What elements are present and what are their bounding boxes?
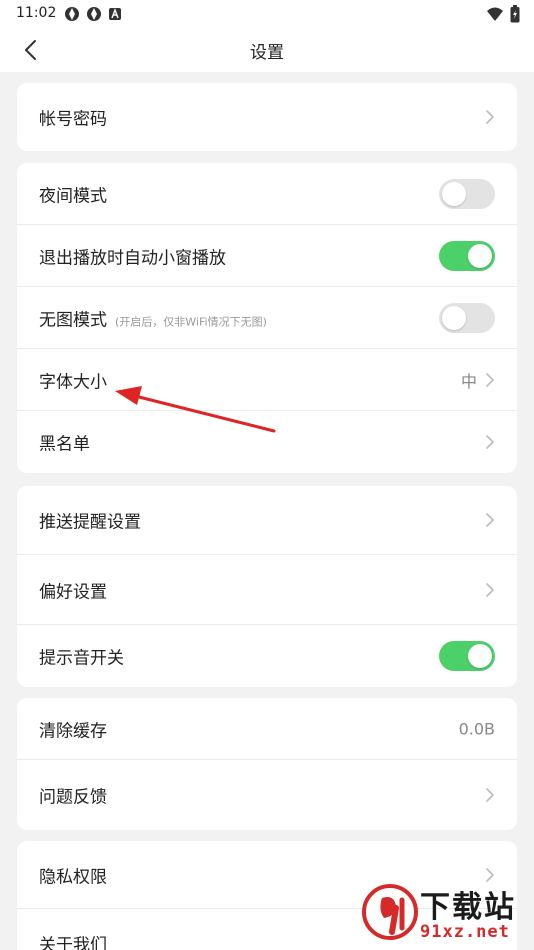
toggle-knob xyxy=(442,305,466,330)
chevron-right-icon xyxy=(486,788,494,802)
night-mode-label: 夜间模式 xyxy=(39,186,107,206)
blacklist-row[interactable]: 黑名单 xyxy=(17,411,517,473)
wifi-icon xyxy=(487,7,503,21)
storage-card: 清除缓存 0.0B 问题反馈 xyxy=(17,698,517,830)
aperture-icon xyxy=(87,7,101,21)
toggle-knob xyxy=(442,181,466,206)
nav-bar: 设置 xyxy=(0,28,534,72)
status-bar: 11:02 xyxy=(0,0,534,28)
status-time: 11:02 xyxy=(16,5,57,21)
toggle-knob xyxy=(468,644,492,668)
no-image-toggle[interactable] xyxy=(439,302,495,333)
toggle-knob xyxy=(468,243,492,268)
watermark-emblem-icon xyxy=(362,884,418,940)
clear-cache-label: 清除缓存 xyxy=(39,721,107,741)
no-image-label: 无图模式 (开启后，仅非WiFi情况下无图) xyxy=(39,305,267,330)
chevron-right-icon xyxy=(486,582,494,597)
preference-label: 偏好设置 xyxy=(39,582,107,602)
chevron-right-icon xyxy=(486,110,494,124)
clear-cache-row[interactable]: 清除缓存 0.0B xyxy=(17,698,517,760)
notify-card: 推送提醒设置 偏好设置 提示音开关 xyxy=(17,486,517,687)
preference-row[interactable]: 偏好设置 xyxy=(17,555,517,625)
font-size-row[interactable]: 字体大小 中 xyxy=(17,349,517,411)
sound-toggle[interactable] xyxy=(439,641,495,671)
account-card: 帐号密码 xyxy=(17,83,517,151)
cache-size-value: 0.0B xyxy=(458,719,495,738)
account-password-row[interactable]: 帐号密码 xyxy=(17,83,517,151)
chevron-right-icon xyxy=(486,435,494,449)
watermark-logo: 下载站 91xz.net xyxy=(360,878,530,948)
account-password-label: 帐号密码 xyxy=(39,109,107,130)
battery-icon xyxy=(510,5,520,23)
display-card: 夜间模式 退出播放时自动小窗播放 无图模式 (开启后，仅非WiFi情况下无图) 字… xyxy=(17,163,517,473)
sound-label: 提示音开关 xyxy=(39,648,124,669)
pip-on-exit-toggle[interactable] xyxy=(439,240,495,271)
font-size-label: 字体大小 xyxy=(39,372,107,392)
night-mode-toggle[interactable] xyxy=(439,178,495,209)
about-us-label: 关于我们 xyxy=(39,935,107,950)
chevron-right-icon xyxy=(486,513,494,527)
blacklist-label: 黑名单 xyxy=(39,434,90,455)
watermark-title: 下载站 xyxy=(420,890,516,925)
night-mode-row: 夜间模式 xyxy=(17,163,517,225)
page-title: 设置 xyxy=(250,43,284,63)
status-system-icons xyxy=(486,5,520,23)
aperture-icon xyxy=(65,7,79,21)
push-settings-row[interactable]: 推送提醒设置 xyxy=(17,486,517,555)
no-image-hint: (开启后，仅非WiFi情况下无图) xyxy=(115,315,267,328)
status-notification-icons xyxy=(64,6,122,22)
no-image-title: 无图模式 xyxy=(39,310,107,330)
push-settings-label: 推送提醒设置 xyxy=(39,512,141,533)
no-image-row: 无图模式 (开启后，仅非WiFi情况下无图) xyxy=(17,287,517,349)
privacy-label: 隐私权限 xyxy=(39,867,107,887)
feedback-row[interactable]: 问题反馈 xyxy=(17,760,517,830)
pip-on-exit-label: 退出播放时自动小窗播放 xyxy=(39,248,226,268)
feedback-label: 问题反馈 xyxy=(39,787,107,808)
sound-row: 提示音开关 xyxy=(17,625,517,687)
font-size-value: 中 xyxy=(460,371,477,391)
watermark-url: 91xz.net xyxy=(420,922,510,942)
a-box-icon xyxy=(109,8,121,20)
pip-on-exit-row: 退出播放时自动小窗播放 xyxy=(17,225,517,287)
chevron-right-icon xyxy=(486,372,494,387)
